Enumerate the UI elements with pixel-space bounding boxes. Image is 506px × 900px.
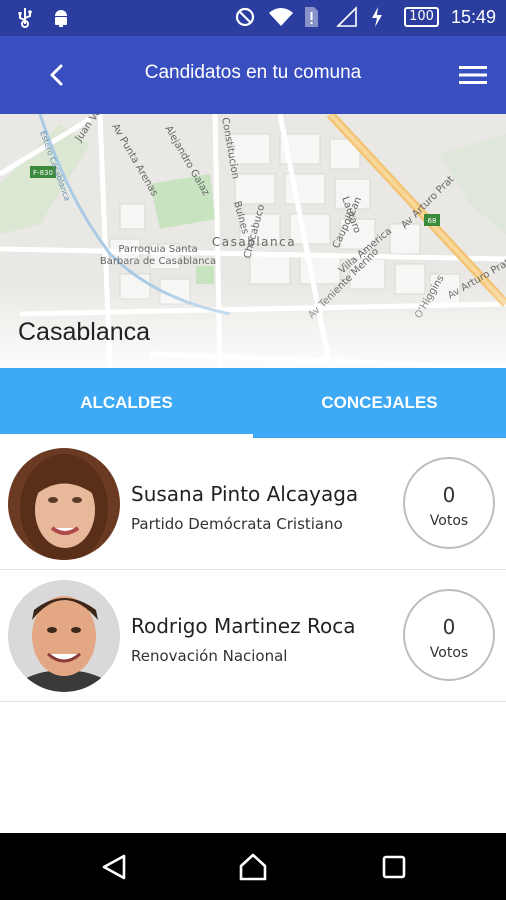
nav-recents-button[interactable] [374,847,414,887]
wifi-icon [268,6,294,28]
battery-icon: 100 [404,7,439,27]
candidate-name: Rodrigo Martinez Roca [131,614,356,638]
tab-bar: ALCALDES CONCEJALES [0,368,506,438]
map-shield-68: 68 [428,217,437,225]
sim-alert-icon [302,6,324,28]
status-time: 15:49 [450,6,496,27]
vote-label: Votos [429,645,469,661]
status-bar: 100 15:49 [0,0,506,36]
tab-alcaldes[interactable]: ALCALDES [0,368,253,438]
system-nav-bar [0,833,506,900]
map-label-church-2: Barbara de Casablanca [100,256,216,267]
page-title: Candidatos en tu comuna [144,62,362,83]
vote-count: 0 [442,483,456,507]
avatar [8,580,120,692]
signal-icon [336,6,358,28]
menu-button[interactable] [456,58,490,92]
candidate-list: Susana Pinto Alcayaga Partido Demócrata … [0,438,506,702]
hamburger-menu-icon [459,66,487,84]
candidate-party: Renovación Nacional [131,647,288,665]
charging-icon [370,6,392,28]
candidate-name: Susana Pinto Alcayaga [131,482,359,506]
android-icon [50,6,72,28]
tab-concejales[interactable]: CONCEJALES [253,368,506,438]
nav-home-button[interactable] [233,847,273,887]
do-not-disturb-icon [234,6,256,28]
commune-name: Casablanca [18,318,151,346]
candidate-row[interactable]: Rodrigo Martinez Roca Renovación Naciona… [0,570,506,702]
usb-icon [14,6,36,28]
map-label-church-1: Parroquia Santa [118,244,197,255]
vote-label: Votos [429,513,469,529]
back-triangle-icon [102,854,126,880]
vote-count: 0 [442,615,456,639]
candidate-party: Partido Demócrata Cristiano [131,515,343,533]
recents-icon [382,855,406,879]
map-view[interactable]: F-830 68 Casablanca Parroquia Santa Barb… [0,114,506,368]
app-bar: Candidatos en tu comuna [0,36,506,114]
candidate-row[interactable]: Susana Pinto Alcayaga Partido Demócrata … [0,438,506,570]
vote-button[interactable]: 0 Votos [403,457,495,549]
vote-button[interactable]: 0 Votos [403,589,495,681]
home-icon [239,853,267,881]
avatar [8,448,120,560]
battery-level: 100 [409,9,434,24]
map-shield-f830: F-830 [33,169,53,177]
nav-back-button[interactable] [94,847,134,887]
